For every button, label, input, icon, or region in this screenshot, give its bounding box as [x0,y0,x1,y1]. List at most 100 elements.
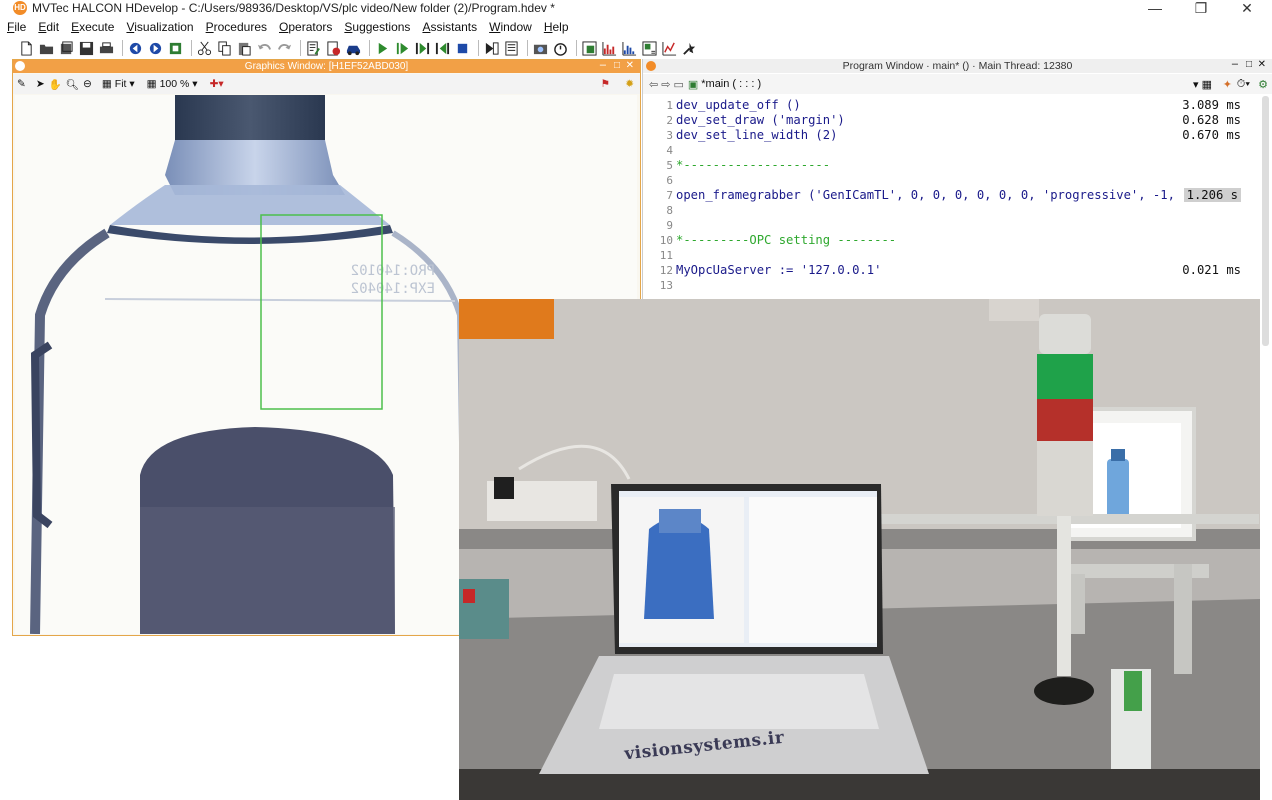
zoom-out-icon[interactable]: ⊖ [83,78,92,90]
pen-tool-icon[interactable]: ✎ [17,78,26,90]
profiler-icon[interactable]: ⏱▾ [1237,78,1250,91]
nav-forward-icon[interactable]: ⇨ [661,78,670,91]
step-over-icon[interactable] [414,40,430,56]
code-line[interactable]: 10 *---------OPC setting -------- [643,233,1253,248]
menu-suggestions[interactable]: Suggestions [337,18,415,36]
stop-icon[interactable] [325,40,341,56]
line-number: 5 [666,159,673,172]
code-scrollbar[interactable] [1262,96,1269,346]
car-icon[interactable] [345,40,361,56]
forward-icon[interactable] [147,40,163,56]
code-line[interactable]: 6 [643,173,1253,188]
step-back-icon[interactable] [434,40,450,56]
new-file-icon[interactable] [18,40,34,56]
undo-icon[interactable] [256,40,272,56]
procedure-selector[interactable]: *main ( : : : ) [701,78,761,90]
list-icon[interactable] [503,40,519,56]
zoom-window-icon[interactable] [581,40,597,56]
run-to-icon[interactable] [483,40,499,56]
nav-back-icon[interactable]: ⇦ [649,78,658,91]
code-comment: *-------------------- [676,158,831,172]
folder-icon[interactable]: ▭ [673,78,683,91]
code-line[interactable]: 11 [643,248,1253,263]
toolbar-separator [369,40,370,56]
code-line[interactable]: 5 *-------------------- [643,158,1253,173]
zoom-percent-dropdown[interactable]: 100 % ▾ [160,78,198,90]
cut-icon[interactable] [196,40,212,56]
lab-setup-photo: visionsystems.ir [459,299,1260,800]
code-line[interactable]: 3 dev_set_line_width (2) 0.670 ms [643,128,1253,143]
code-line[interactable]: 12 MyOpcUaServer := '127.0.0.1' 0.021 ms [643,263,1253,278]
toolbar-separator [527,40,528,56]
graphics-window-toolbar: ✎ ➤ ✋ 🔍︎ ⊖ ▦ Fit ▾ ▦ 100 % ▾ ✚▾ ⚑ ✹ [13,74,640,94]
program-maximize-button[interactable]: □ [1246,59,1252,70]
menu-assistants[interactable]: Assistants [415,18,482,36]
export-icon[interactable] [167,40,183,56]
program-window-titlebar[interactable]: Program Window · main* () · Main Thread:… [643,58,1272,73]
lightbulb-icon[interactable]: ✹ [625,78,634,90]
zoom-fit-dropdown[interactable]: Fit ▾ [115,78,135,90]
minimize-button[interactable]: — [1142,0,1168,16]
code-text: dev_set_draw ('margin') [676,113,845,127]
code-line[interactable]: 8 [643,203,1253,218]
breakpoint-icon[interactable]: ✦ [1223,78,1232,91]
menu-execute[interactable]: Execute [64,18,119,36]
graphics-window-titlebar[interactable]: Graphics Window: [H1EF52ABD030] – □ ✕ [13,59,640,73]
menu-procedures[interactable]: Procedures [199,18,272,36]
paste-icon[interactable] [236,40,252,56]
graphics-maximize-button[interactable]: □ [614,60,620,71]
zoom-percent-icon: ▦ [146,78,157,90]
open-multiple-icon[interactable] [58,40,74,56]
restore-button[interactable]: ❐ [1188,0,1214,16]
code-line[interactable]: 7 open_framegrabber ('GenICamTL', 0, 0, 0… [643,188,1253,203]
timer-icon[interactable] [552,40,568,56]
code-text: MyOpcUaServer := '127.0.0.1' [676,263,882,277]
color-tool-icon[interactable]: ✚▾ [210,78,224,90]
menu-visualization[interactable]: Visualization [119,18,198,36]
stop-square-icon[interactable] [454,40,470,56]
line-profile-icon[interactable] [621,40,637,56]
graphics-close-button[interactable]: ✕ [626,60,634,71]
zoom-in-icon[interactable]: 🔍︎ [66,78,79,91]
code-line[interactable]: 13 [643,278,1253,293]
line-number: 11 [659,249,673,262]
runtime: 0.670 ms [1182,128,1241,142]
code-line[interactable]: 9 [643,218,1253,233]
menu-file[interactable]: File [0,18,31,36]
menu-edit[interactable]: Edit [31,18,64,36]
print-icon[interactable] [98,40,114,56]
save-icon[interactable] [78,40,94,56]
code-line[interactable]: 4 [643,143,1253,158]
back-icon[interactable] [127,40,143,56]
pan-tool-icon[interactable]: ✋ [49,78,62,91]
redo-icon[interactable] [276,40,292,56]
camera-icon[interactable] [532,40,548,56]
code-line[interactable]: 1 dev_update_off () 3.089 ms [643,98,1253,113]
histogram-icon[interactable] [601,40,617,56]
line-number: 3 [666,129,673,142]
settings-icon[interactable]: ⚙ [1258,78,1268,91]
open-icon[interactable] [38,40,54,56]
pointer-tool-icon[interactable]: ➤ [36,78,45,90]
code-line[interactable]: 2 dev_set_draw ('margin') 0.628 ms [643,113,1253,128]
graphics-minimize-button[interactable]: – [600,59,606,71]
inspect-icon[interactable] [681,40,697,56]
region-info-icon[interactable] [641,40,657,56]
runtime-highlight: 1.206 s [1183,188,1241,202]
run-icon[interactable] [374,40,390,56]
feature-histogram-icon[interactable] [661,40,677,56]
program-minimize-button[interactable]: – [1232,58,1238,70]
runtime: 0.021 ms [1182,263,1241,277]
program-close-button[interactable]: ✕ [1258,59,1266,70]
step-icon[interactable] [394,40,410,56]
edit-icon[interactable] [305,40,321,56]
menu-window[interactable]: Window [482,18,537,36]
graphics-window-title: Graphics Window: [H1EF52ABD030] [244,61,409,72]
menu-operators[interactable]: Operators [272,18,337,36]
flag-icon[interactable]: ⚑ [601,78,610,90]
copy-icon[interactable] [216,40,232,56]
menu-help[interactable]: Help [537,18,574,36]
procedure-dropdown-icon[interactable]: ▾ ▦ [1193,78,1212,91]
toolbar-separator [191,40,192,56]
close-button[interactable]: ✕ [1234,0,1260,16]
